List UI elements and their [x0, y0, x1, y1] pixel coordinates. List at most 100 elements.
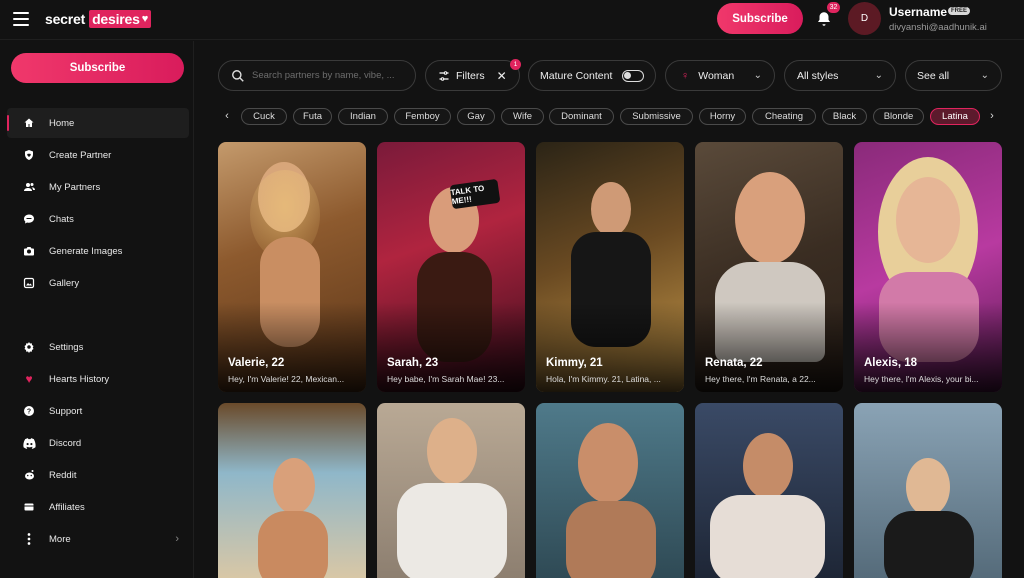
tag-cheating[interactable]: Cheating [752, 108, 816, 125]
partner-card[interactable]: Valerie, 22 Hey, I'm Valerie! 22, Mexica… [218, 142, 366, 392]
gender-select-value: Woman [698, 69, 735, 82]
styles-select-value: All styles [797, 69, 839, 82]
tag-horny[interactable]: Horny [699, 108, 746, 125]
help-icon: ? [22, 404, 36, 418]
logo-text-2: desires [92, 11, 140, 27]
sidebar-item-affiliates[interactable]: Affiliates [7, 492, 189, 522]
camera-icon [22, 244, 36, 258]
sidebar-item-label: Support [49, 405, 83, 417]
tag-cuck[interactable]: Cuck [241, 108, 287, 125]
gear-icon [22, 340, 36, 354]
sidebar-item-gallery[interactable]: Gallery [7, 268, 189, 298]
card-name: Alexis, 18 [864, 357, 918, 369]
sidebar-item-create-partner[interactable]: Create Partner [7, 140, 189, 170]
notification-badge: 32 [827, 2, 840, 13]
card-bio: Hola, I'm Kimmy. 21, Latina, ... [546, 374, 661, 384]
logo-text-1: secret [45, 11, 86, 27]
tag-femboy[interactable]: Femboy [394, 108, 451, 125]
sidebar-item-label: More [49, 533, 71, 545]
avatar[interactable]: D [848, 2, 881, 35]
card-photo-body [566, 501, 656, 578]
sidebar-item-home[interactable]: Home [7, 108, 189, 138]
toggle-switch[interactable] [622, 69, 645, 82]
search-input[interactable] [252, 70, 412, 81]
more-dots-icon [22, 532, 36, 546]
partner-card[interactable] [695, 403, 843, 578]
sidebar-item-label: Generate Images [49, 245, 123, 257]
sidebar-item-discord[interactable]: Discord [7, 428, 189, 458]
heart-shield-icon [22, 148, 36, 162]
card-photo-sign: TALK TO ME!!! [449, 178, 501, 210]
search-box[interactable] [218, 60, 416, 91]
partner-card[interactable]: TALK TO ME!!! Sarah, 23 Hey babe, I'm Sa… [377, 142, 525, 392]
card-name: Renata, 22 [705, 357, 763, 369]
heart-icon: ♥ [141, 13, 149, 25]
sidebar-item-hearts-history[interactable]: ♥ Hearts History [7, 364, 189, 394]
sidebar-item-reddit[interactable]: Reddit [7, 460, 189, 490]
card-name: Kimmy, 21 [546, 357, 603, 369]
tag-black[interactable]: Black [822, 108, 867, 125]
partner-card[interactable] [536, 403, 684, 578]
filters-label: Filters [456, 69, 485, 82]
logo[interactable]: secret desires ♥ [45, 10, 152, 28]
tags-scroll-right-icon[interactable]: › [985, 109, 999, 123]
tags-scroll-left-icon[interactable]: ‹ [220, 109, 234, 123]
sidebar-item-more[interactable]: More › [7, 524, 189, 554]
discord-icon [22, 436, 36, 450]
sidebar: Subscribe Home Create Partner My Partner… [0, 41, 194, 578]
gender-select[interactable]: ♀ Woman ⌄ [665, 60, 775, 91]
mature-content-toggle[interactable]: Mature Content [528, 60, 656, 91]
clear-filters-icon[interactable]: ✕ [497, 69, 507, 83]
styles-select[interactable]: All styles ⌄ [784, 60, 896, 91]
users-icon [22, 180, 36, 194]
gallery-icon [22, 276, 36, 290]
sidebar-item-label: Discord [49, 437, 82, 449]
sidebar-item-label: Hearts History [49, 373, 110, 385]
sidebar-item-label: Home [49, 117, 75, 129]
svg-text:?: ? [27, 409, 31, 416]
sort-select[interactable]: See all ⌄ [905, 60, 1002, 91]
card-photo [273, 458, 315, 514]
partner-card[interactable] [854, 403, 1002, 578]
chevron-down-icon: ⌄ [980, 70, 989, 81]
sidebar-item-chats[interactable]: Chats [7, 204, 189, 234]
sidebar-item-generate-images[interactable]: Generate Images [7, 236, 189, 266]
plan-badge: FREE [948, 7, 971, 15]
tag-latina[interactable]: Latina [930, 108, 980, 125]
card-bio: Hey babe, I'm Sarah Mae! 23... [387, 374, 505, 384]
tag-blonde[interactable]: Blonde [873, 108, 924, 125]
card-photo [743, 433, 793, 499]
sidebar-item-settings[interactable]: Settings [7, 332, 189, 362]
chevron-down-icon: ⌄ [753, 70, 762, 81]
tag-futa[interactable]: Futa [293, 108, 332, 125]
sidebar-item-my-partners[interactable]: My Partners [7, 172, 189, 202]
sidebar-item-support[interactable]: ? Support [7, 396, 189, 426]
chevron-down-icon: ⌄ [874, 70, 883, 81]
card-photo-body [710, 495, 825, 578]
user-email: divyanshi@aadhunik.ai [889, 22, 987, 33]
tag-dominant[interactable]: Dominant [549, 108, 614, 125]
sidebar-item-label: Reddit [49, 469, 77, 481]
sidebar-item-label: Settings [49, 341, 84, 353]
partner-card[interactable]: Renata, 22 Hey there, I'm Renata, a 22..… [695, 142, 843, 392]
sidebar-subscribe-button[interactable]: Subscribe [11, 53, 184, 83]
card-photo [427, 418, 477, 484]
partner-card[interactable] [218, 403, 366, 578]
filters-button[interactable]: Filters ✕ [425, 60, 520, 91]
tag-submissive[interactable]: Submissive [620, 108, 693, 125]
menu-icon[interactable] [13, 12, 29, 26]
reddit-icon [22, 468, 36, 482]
logo-text-2-box: desires ♥ [89, 10, 152, 28]
chevron-right-icon: › [175, 533, 179, 545]
card-photo [578, 423, 638, 503]
partner-card[interactable]: Alexis, 18 Hey there, I'm Alexis, your b… [854, 142, 1002, 392]
tag-gay[interactable]: Gay [457, 108, 495, 125]
partner-card[interactable]: Kimmy, 21 Hola, I'm Kimmy. 21, Latina, .… [536, 142, 684, 392]
header-subscribe-button[interactable]: Subscribe [717, 3, 803, 34]
tag-indian[interactable]: Indian [338, 108, 388, 125]
filters-count-badge: 1 [510, 59, 521, 70]
card-photo [896, 177, 960, 263]
card-photo [735, 172, 805, 264]
partner-card[interactable] [377, 403, 525, 578]
tag-wife[interactable]: Wife [501, 108, 544, 125]
